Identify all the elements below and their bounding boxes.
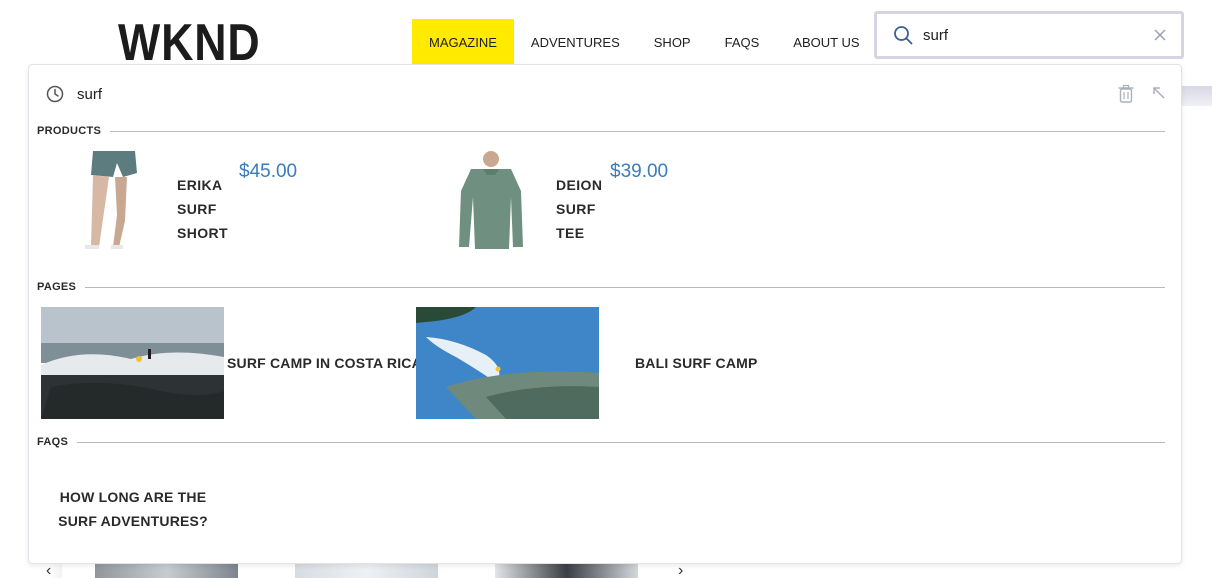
product-price: $45.00: [239, 161, 298, 182]
carousel-next-icon[interactable]: ›: [678, 562, 683, 578]
page-result-item[interactable]: SURF CAMP IN COSTA RICA: [41, 307, 422, 419]
nav-item-adventures[interactable]: ADVENTURES: [514, 19, 637, 65]
nav-item-about-us[interactable]: ABOUT US: [776, 19, 876, 65]
page-result-title: SURF CAMP IN COSTA RICA: [227, 355, 422, 371]
section-header-pages: PAGES: [37, 280, 1165, 294]
product-name: DEION SURF TEE: [556, 177, 603, 241]
faq-result-item[interactable]: HOW LONG ARE THE SURF ADVENTURES?: [41, 485, 225, 533]
trash-icon[interactable]: [1117, 84, 1135, 104]
section-divider: [77, 441, 1165, 443]
product-name: ERIKA SURF SHORT: [177, 177, 228, 241]
page-thumbnail: [41, 307, 224, 419]
page-result-item[interactable]: BALI SURF CAMP: [416, 307, 786, 419]
section-divider: [110, 130, 1165, 132]
site-header: WKND MAGAZINE ADVENTURES SHOP FAQS ABOUT…: [0, 0, 1212, 72]
product-result-item[interactable]: ERIKA SURF SHORT $45.00: [79, 151, 409, 251]
section-title-products: PRODUCTS: [37, 125, 102, 137]
collapse-arrow-icon[interactable]: [1151, 85, 1167, 101]
search-results-dropdown: surf PRODUCTS ERIKA SURF SHORT $45.00 DE…: [28, 64, 1182, 564]
recent-search-term: surf: [77, 85, 103, 103]
product-image: [79, 151, 159, 251]
search-box[interactable]: [874, 11, 1184, 59]
carousel-prev-icon[interactable]: ‹: [46, 562, 51, 578]
section-title-pages: PAGES: [37, 281, 77, 293]
nav-item-shop[interactable]: SHOP: [637, 19, 708, 65]
section-divider: [85, 286, 1165, 288]
clock-icon: [46, 85, 64, 103]
nav-item-faqs[interactable]: FAQS: [708, 19, 777, 65]
nav-item-magazine[interactable]: MAGAZINE: [412, 19, 514, 65]
product-result-item[interactable]: DEION SURF TEE $39.00: [449, 151, 779, 251]
product-image: [449, 151, 529, 251]
page-result-title: BALI SURF CAMP: [635, 355, 758, 371]
page-thumbnail: [416, 307, 599, 419]
product-price: $39.00: [610, 161, 669, 182]
section-title-faqs: FAQS: [37, 436, 69, 448]
search-input[interactable]: [923, 22, 1143, 48]
main-nav: MAGAZINE ADVENTURES SHOP FAQS ABOUT US: [412, 19, 877, 65]
recent-search-item[interactable]: surf: [45, 83, 102, 105]
section-header-products: PRODUCTS: [37, 124, 1165, 138]
search-icon[interactable]: [893, 25, 913, 45]
close-icon[interactable]: [1153, 28, 1167, 42]
background-element: [1180, 86, 1212, 106]
section-header-faqs: FAQS: [37, 435, 1165, 449]
